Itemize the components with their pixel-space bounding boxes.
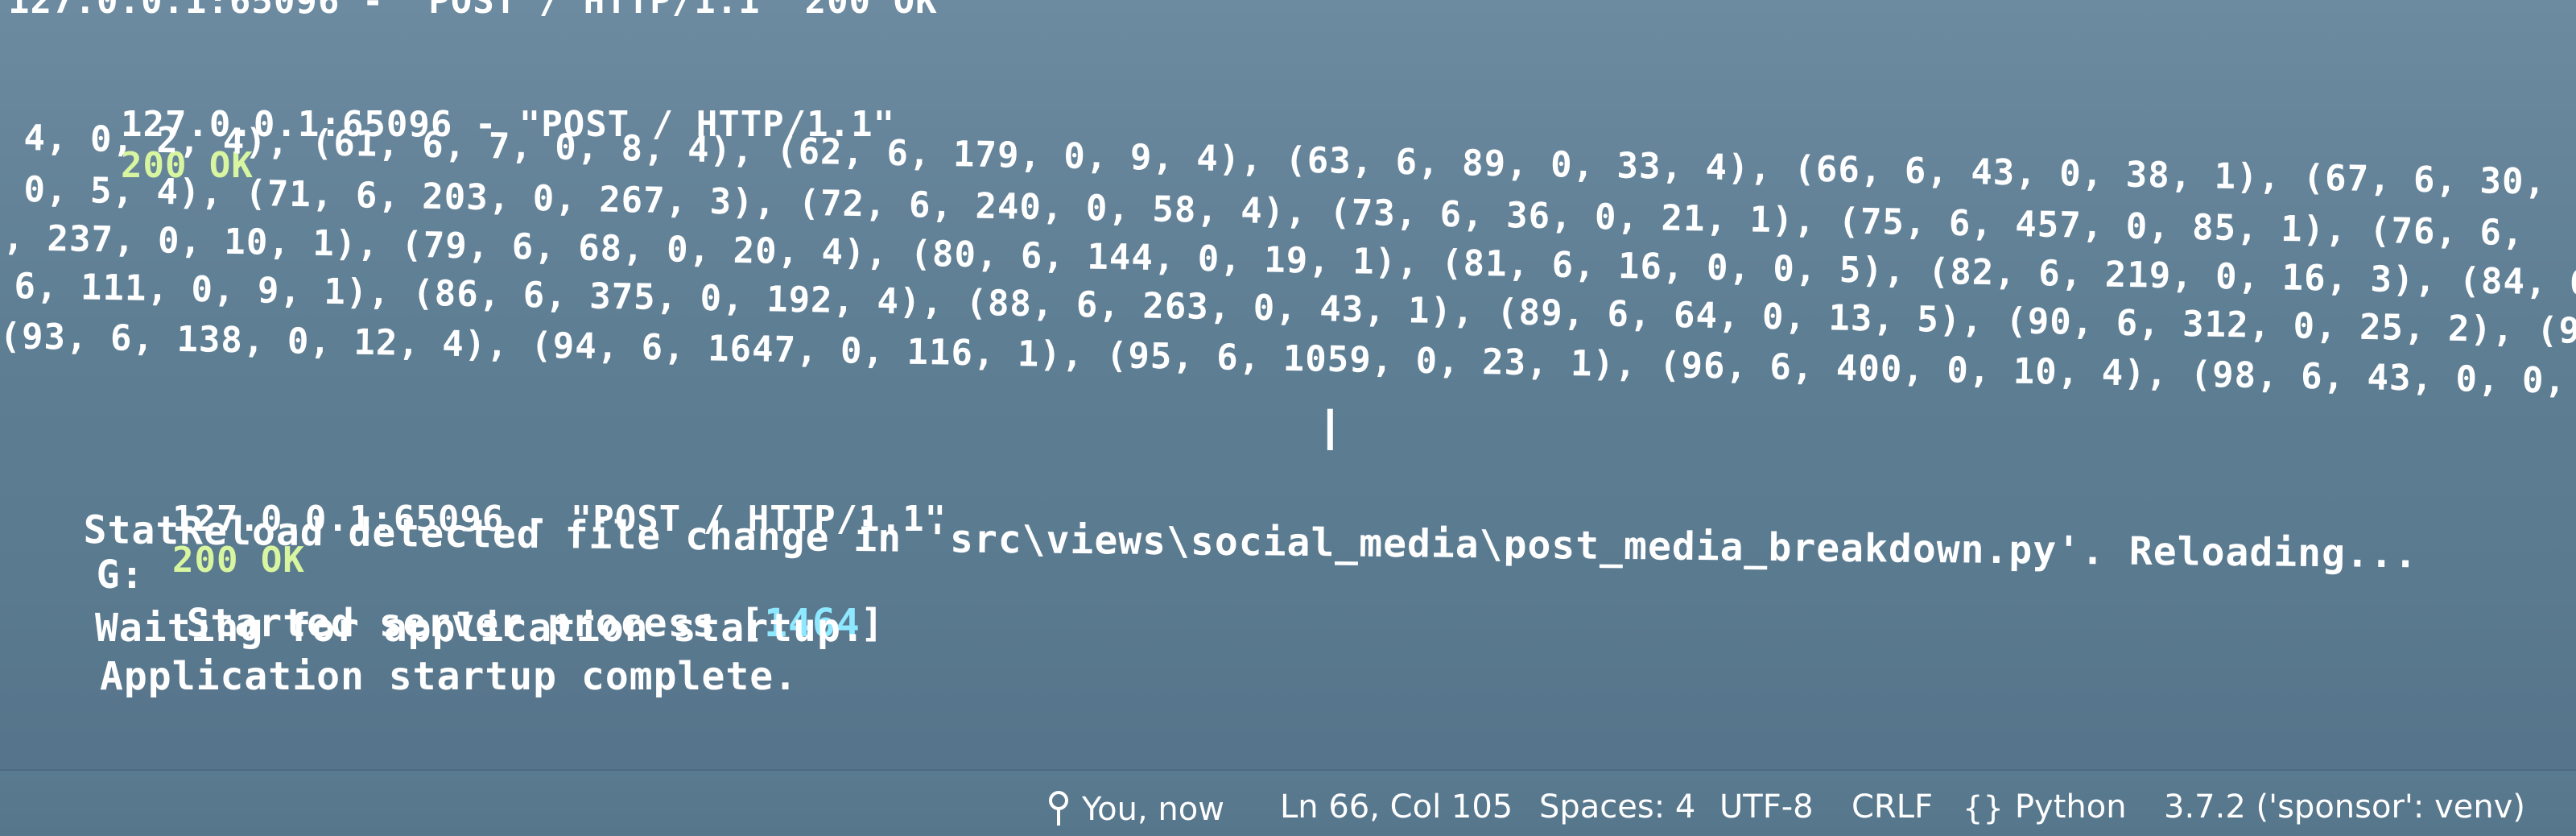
indentation-setting[interactable]: Spaces: 4: [1539, 788, 1695, 826]
terminal-line: Waiting for application startup.: [95, 606, 865, 651]
terminal-panel[interactable]: 127.0.0.1:65096 - "POST / HTTP/1.1" 200 …: [0, 0, 2576, 749]
git-blame-item[interactable]: You, now: [1046, 788, 1224, 834]
terminal-line: Application startup complete.: [100, 654, 799, 699]
encoding-setting[interactable]: UTF-8: [1719, 788, 1814, 826]
status-bar: You, now Ln 66, Col 105 Spaces: 4 UTF-8 …: [0, 769, 2576, 836]
git-blame-label: You, now: [1082, 791, 1224, 828]
python-interpreter[interactable]: 3.7.2 ('sponsor': venv): [2164, 788, 2525, 826]
eol-setting[interactable]: CRLF: [1852, 788, 1933, 826]
cursor-position[interactable]: Ln 66, Col 105: [1280, 788, 1513, 826]
git-commit-icon: [1046, 788, 1071, 834]
language-mode[interactable]: {} Python: [1963, 788, 2127, 827]
terminal-line: 127.0.0.1:65096 - "POST / HTTP/1.1" 200 …: [8, 0, 938, 22]
braces-icon: {}: [1963, 790, 2004, 827]
language-label: Python: [2014, 788, 2127, 826]
text-cursor-icon: I: [1322, 398, 1339, 464]
